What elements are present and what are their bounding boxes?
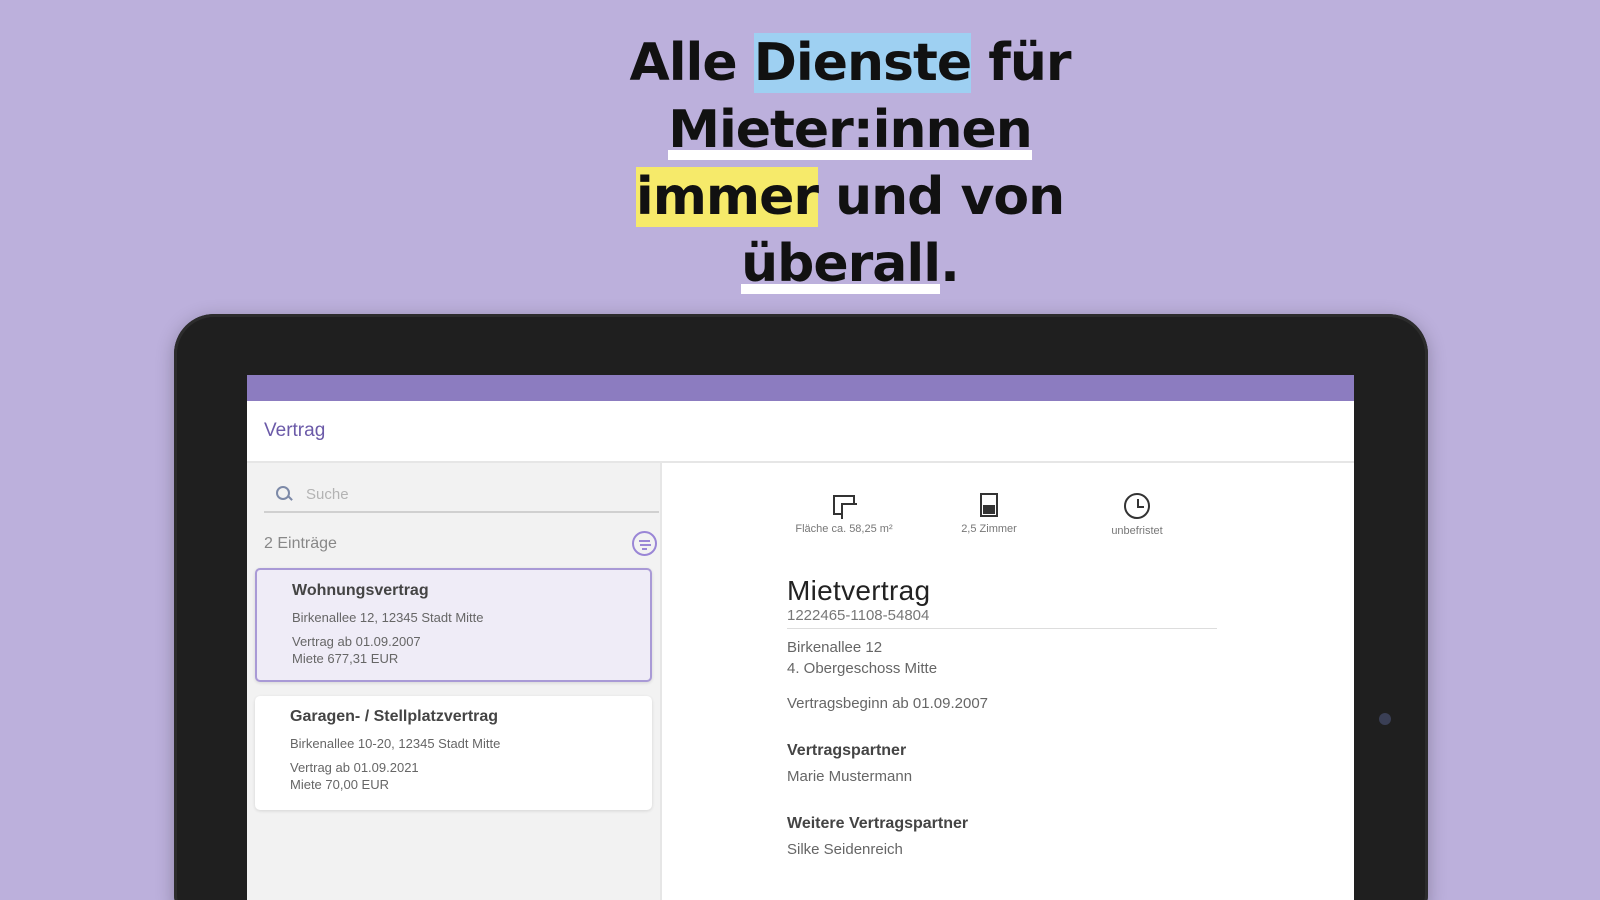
- headline-text: und von: [818, 167, 1065, 227]
- headline-line-4: überall.: [0, 231, 1600, 298]
- app-bar: Vertrag: [247, 401, 1354, 463]
- list-item-start: Vertrag ab 01.09.2021: [290, 760, 419, 775]
- contract-detail-panel: Fläche ca. 58,25 m² 2,5 Zimmer unbefrist…: [662, 463, 1354, 900]
- list-item-title: Garagen- / Stellplatzvertrag: [290, 708, 499, 725]
- list-item-address: Birkenallee 12, 12345 Stadt Mitte: [292, 610, 484, 625]
- headline-text: für: [971, 33, 1071, 93]
- contract-title: Mietvertrag: [787, 575, 931, 606]
- search-bar[interactable]: [264, 477, 659, 513]
- fact-area: Fläche ca. 58,25 m²: [774, 493, 914, 535]
- headline-highlight-yellow: immer: [635, 167, 819, 227]
- entry-count: 2 Einträge: [264, 534, 337, 552]
- list-item-rent: Miete 677,31 EUR: [292, 651, 399, 666]
- area-icon: [831, 493, 857, 519]
- list-item-start: Vertrag ab 01.09.2007: [292, 634, 421, 649]
- headline-highlight-white: überall: [741, 234, 941, 294]
- promo-headline: Alle Dienste für Mieter:innen immer und …: [0, 30, 1600, 298]
- partner-heading: Vertragspartner: [787, 742, 907, 759]
- headline-text: Alle: [629, 33, 754, 93]
- list-item-wohnungsvertrag[interactable]: Wohnungsvertrag Birkenallee 12, 12345 St…: [255, 568, 652, 682]
- status-bar: [247, 375, 1354, 401]
- headline-line-1: Alle Dienste für: [0, 30, 1600, 97]
- clock-icon: [1124, 493, 1150, 519]
- headline-highlight-white: Mieter:innen: [668, 100, 1033, 160]
- app-title: Vertrag: [264, 420, 326, 441]
- headline-line-2: Mieter:innen: [0, 97, 1600, 164]
- headline-line-3: immer und von: [0, 164, 1600, 231]
- list-item-garage[interactable]: Garagen- / Stellplatzvertrag Birkenallee…: [255, 696, 652, 810]
- fact-rooms: 2,5 Zimmer: [919, 493, 1059, 535]
- contract-start: Vertragsbeginn ab 01.09.2007: [787, 695, 988, 712]
- search-icon: [274, 484, 294, 504]
- headline-highlight-blue: Dienste: [753, 33, 972, 93]
- rooms-icon: [980, 493, 998, 517]
- fact-area-label: Fläche ca. 58,25 m²: [795, 523, 893, 535]
- contract-facts: Fläche ca. 58,25 m² 2,5 Zimmer unbefrist…: [774, 493, 1194, 553]
- more-partners-heading: Weitere Vertragspartner: [787, 815, 969, 832]
- tablet-screen: Vertrag 2 Einträge Wohnungsvertrag Birke…: [247, 375, 1354, 900]
- filter-icon[interactable]: [632, 531, 657, 556]
- contract-info: Mietvertrag 1222465-1108-54804 Birkenall…: [787, 575, 1217, 858]
- list-header: 2 Einträge: [264, 531, 657, 556]
- list-item-title: Wohnungsvertrag: [292, 582, 429, 599]
- contract-number: 1222465-1108-54804: [787, 607, 1217, 629]
- more-partner-name: Silke Seidenreich: [787, 841, 903, 858]
- list-item-rent: Miete 70,00 EUR: [290, 777, 389, 792]
- fact-duration: unbefristet: [1067, 493, 1207, 537]
- partner-name: Marie Mustermann: [787, 768, 913, 785]
- contract-list-panel: 2 Einträge Wohnungsvertrag Birkenallee 1…: [247, 463, 662, 900]
- fact-duration-label: unbefristet: [1111, 525, 1163, 537]
- contract-address-line2: 4. Obergeschoss Mitte: [787, 660, 938, 677]
- headline-text: .: [940, 234, 960, 294]
- list-item-address: Birkenallee 10-20, 12345 Stadt Mitte: [290, 736, 501, 751]
- search-input[interactable]: [306, 485, 626, 503]
- contract-address-line1: Birkenallee 12: [787, 639, 883, 656]
- fact-rooms-label: 2,5 Zimmer: [961, 523, 1017, 535]
- camera-dot: [1379, 713, 1391, 725]
